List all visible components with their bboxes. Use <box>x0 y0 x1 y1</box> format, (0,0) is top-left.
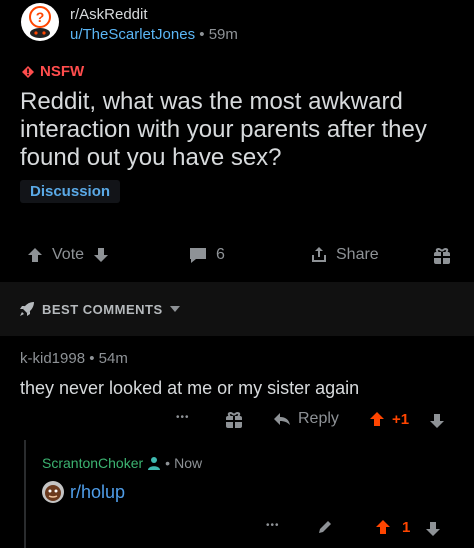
award-icon[interactable] <box>224 410 244 430</box>
post-age: 59m <box>208 26 238 43</box>
downvote-icon[interactable] <box>428 412 446 430</box>
post-flair[interactable]: Discussion <box>20 180 121 203</box>
chevron-down-icon <box>169 306 180 312</box>
reply-score: 1 <box>402 518 411 536</box>
comment-body: they never looked at me or my sister aga… <box>20 378 360 398</box>
comment-sort-bar[interactable]: BEST COMMENTS <box>0 282 474 336</box>
upvote-icon[interactable] <box>374 518 392 536</box>
subreddit-link[interactable]: r/holup <box>70 482 125 503</box>
nsfw-tag: NSFW <box>22 63 84 80</box>
vote-group: Vote <box>26 246 110 264</box>
comment-score: +1 <box>392 410 410 428</box>
post-title[interactable]: Reddit, what was the most awkward intera… <box>20 88 460 172</box>
sort-label: BEST COMMENTS <box>42 301 163 317</box>
more-options-button[interactable]: ••• <box>266 520 280 531</box>
comment-actions: ••• Reply +1 <box>0 408 474 434</box>
award-button[interactable] <box>432 246 452 266</box>
award-icon <box>434 248 450 264</box>
share-button[interactable]: Share <box>310 246 379 264</box>
share-label: Share <box>336 246 379 263</box>
sort-selector[interactable]: BEST COMMENTS <box>18 300 181 318</box>
post-actions: Vote 6 Share <box>0 238 474 274</box>
upvote-icon[interactable] <box>26 246 44 264</box>
downvote-icon[interactable] <box>92 246 110 264</box>
subreddit-avatar <box>42 481 64 503</box>
post-author[interactable]: u/TheScarletJones <box>70 26 195 43</box>
comment-icon <box>190 248 206 263</box>
subreddit-name[interactable]: r/AskReddit <box>70 6 148 23</box>
person-icon <box>148 457 161 470</box>
svg-text:?: ? <box>36 9 45 25</box>
post-card: ? r/AskReddit u/TheScarletJones • 59m NS… <box>0 0 474 282</box>
comment: k-kid1998 • 54m they never looked at me … <box>0 336 474 548</box>
reply-body: r/holup <box>42 481 125 503</box>
comment-meta: k-kid1998 • 54m <box>20 350 128 367</box>
upvote-icon[interactable] <box>368 410 386 428</box>
reply-label: Reply <box>298 410 339 427</box>
more-options-button[interactable]: ••• <box>176 412 190 423</box>
share-icon <box>312 247 326 262</box>
nsfw-diamond-icon <box>22 65 34 78</box>
reply-icon <box>274 413 290 425</box>
reply-author[interactable]: ScrantonChoker <box>42 455 143 471</box>
comment-age: 54m <box>98 350 128 367</box>
nsfw-label: NSFW <box>40 63 85 80</box>
meta-separator: • <box>199 26 205 43</box>
meta-separator: • <box>165 455 171 471</box>
downvote-icon[interactable] <box>424 520 442 538</box>
meta-separator: • <box>89 350 95 367</box>
comments-button[interactable]: 6 <box>188 246 225 264</box>
post-meta: u/TheScarletJones • 59m <box>70 26 238 43</box>
comment-count: 6 <box>216 246 225 263</box>
reply-vote-group: 1 <box>374 518 410 536</box>
comment-vote-group: +1 <box>368 410 409 428</box>
reply-age: Now <box>174 455 203 471</box>
vote-label: Vote <box>52 246 85 263</box>
reply-meta: ScrantonChoker • Now <box>42 455 202 471</box>
edit-icon[interactable] <box>316 518 334 536</box>
rocket-icon <box>20 302 34 316</box>
askreddit-avatar[interactable]: ? <box>20 2 60 42</box>
comment-author[interactable]: k-kid1998 <box>20 350 85 367</box>
reply-actions: ••• 1 <box>0 514 474 540</box>
reply-button[interactable]: Reply <box>272 410 339 428</box>
